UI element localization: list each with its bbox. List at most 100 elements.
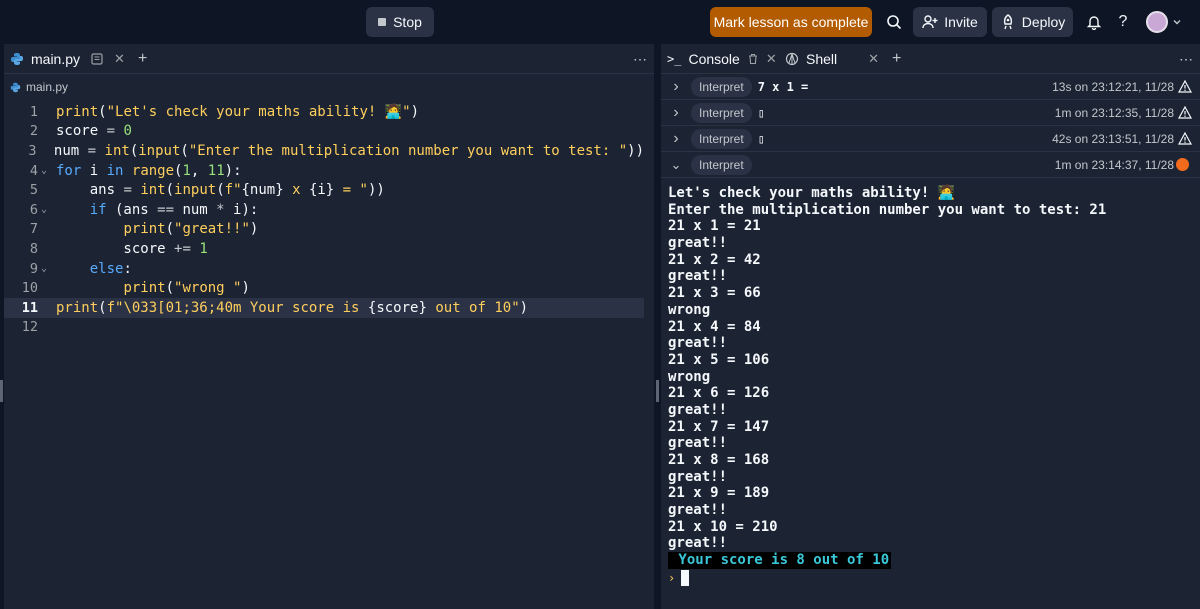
code-line[interactable]: 8 score += 1 (4, 239, 644, 259)
more-icon: ⋯ (633, 50, 648, 67)
fold-chevron-icon[interactable]: ⌄ (38, 263, 56, 274)
run-timestamp: 1m on 23:14:37, 11/28 (1054, 157, 1174, 172)
code-line[interactable]: 5 ans = int(input(f"{num} x {i} = ")) (4, 180, 644, 200)
run-command: ▯ (757, 105, 765, 120)
code-text: for i in range(1, 11): (56, 162, 242, 179)
code-line[interactable]: 3 num = int(input("Enter the multiplicati… (4, 141, 644, 161)
console-pane: >_ Console ✕ Shell ✕ + ⋯ › Interpret 7 x 1… (661, 44, 1200, 609)
notifications-button[interactable] (1081, 7, 1107, 37)
warning-icon (1178, 80, 1192, 94)
code-text: score = 0 (56, 123, 132, 140)
top-bar: Stop Mark lesson as complete Invite Depl… (0, 0, 1200, 44)
stop-button[interactable]: Stop (366, 7, 434, 37)
code-text: score += 1 (56, 240, 208, 257)
fold-chevron-icon[interactable]: ⌄ (38, 204, 56, 215)
account-menu[interactable] (1146, 9, 1190, 35)
code-line[interactable]: 10 print("wrong ") (4, 278, 644, 298)
code-line[interactable]: 7 print("great!!") (4, 220, 644, 240)
output-line: 21 x 5 = 106 (668, 351, 770, 368)
clear-console-icon[interactable] (747, 53, 759, 65)
score-output-line: Your score is 8 out of 10 (668, 552, 1106, 569)
output-line: Let's check your maths ability! 🧑‍💻 (668, 185, 956, 201)
mark-lesson-complete-button[interactable]: Mark lesson as complete (710, 7, 872, 37)
line-number: 5 (29, 182, 38, 199)
split-view-icon[interactable] (91, 53, 103, 65)
console-run-row[interactable]: › Interpret ▯ 42s on 23:13:51, 11/28 (661, 126, 1200, 152)
chevron-right-icon[interactable]: › (661, 78, 691, 96)
mark-lesson-label: Mark lesson as complete (713, 14, 869, 30)
code-line[interactable]: 11 print(f"\033[01;36;40m Your score is {… (4, 297, 644, 318)
stop-label: Stop (393, 14, 422, 30)
code-line[interactable]: 2 score = 0 (4, 122, 644, 142)
search-button[interactable] (880, 7, 908, 37)
code-line[interactable]: 9 ⌄ else: (4, 259, 644, 279)
chevron-right-icon[interactable]: › (661, 104, 691, 122)
output-line: great!! (668, 401, 728, 418)
run-command: 7 x 1 = (757, 79, 809, 94)
invite-button[interactable]: Invite (913, 7, 987, 37)
help-button[interactable]: ? (1111, 7, 1135, 37)
code-line[interactable]: 1 print("Let's check your maths ability! … (4, 102, 644, 122)
output-line: wrong (668, 301, 711, 318)
new-tab-icon[interactable]: + (892, 50, 901, 68)
code-editor[interactable]: 1 print("Let's check your maths ability! … (4, 102, 644, 337)
search-icon (887, 15, 902, 30)
console-run-row[interactable]: › Interpret 7 x 1 = 13s on 23:12:21, 11/28 (661, 74, 1200, 100)
python-icon (11, 53, 23, 65)
close-tab-icon[interactable]: ✕ (766, 51, 777, 67)
breadcrumb-label: main.py (26, 80, 69, 94)
output-line: 21 x 10 = 210 (668, 518, 778, 535)
code-line[interactable]: 4 ⌄ for i in range(1, 11): (4, 161, 644, 181)
output-line: 21 x 2 = 42 (668, 251, 761, 268)
line-number: 11 (21, 299, 38, 316)
output-line: 21 x 1 = 21 (668, 218, 761, 235)
code-text: print("Let's check your maths ability! 🧑… (56, 103, 420, 120)
editor-tabbar: main.py ✕ + ⋯ (4, 44, 654, 74)
run-command: ▯ (757, 131, 765, 146)
line-number: 2 (29, 123, 38, 140)
tab-main-py-label: main.py (31, 51, 81, 67)
editor-more-menu[interactable]: ⋯ (633, 44, 648, 74)
line-number: 6 (29, 201, 38, 218)
left-resize-handle[interactable] (0, 380, 3, 402)
new-tab-icon[interactable]: + (138, 50, 147, 68)
code-text: num = int(input("Enter the multiplicatio… (53, 142, 644, 159)
score-text: Your score is 8 out of 10 (668, 552, 892, 569)
more-icon: ⋯ (1179, 50, 1194, 67)
pane-divider[interactable] (654, 44, 661, 609)
editor-pane: main.py ✕ + ⋯ main.py 1 print("Let's chec… (4, 44, 654, 609)
console-output[interactable]: Let's check your maths ability! 🧑‍💻 Enter… (668, 185, 1106, 587)
console-more-menu[interactable]: ⋯ (1179, 44, 1194, 74)
tab-main-py[interactable]: main.py ✕ + (10, 44, 147, 74)
stop-icon (378, 18, 387, 26)
help-icon: ? (1118, 13, 1128, 30)
right-resize-handle[interactable] (656, 380, 659, 402)
line-number: 9 (29, 260, 38, 277)
chevron-right-icon[interactable]: › (661, 130, 691, 148)
chevron-down-icon (1173, 20, 1181, 25)
output-line: great!! (668, 535, 728, 552)
terminal-icon: >_ (667, 52, 682, 66)
close-tab-icon[interactable]: ✕ (114, 51, 125, 67)
tab-shell[interactable]: Shell ✕ + (785, 44, 901, 74)
output-line: great!! (668, 468, 728, 485)
line-number: 3 (28, 142, 37, 159)
interpret-badge: Interpret (691, 154, 752, 175)
tab-console-label: Console (688, 51, 740, 67)
output-line: 21 x 7 = 147 (668, 418, 770, 435)
code-text: print("great!!") (123, 221, 259, 238)
deploy-button[interactable]: Deploy (992, 7, 1073, 37)
console-run-row[interactable]: ⌄ Interpret 1m on 23:14:37, 11/28 (661, 152, 1200, 178)
breadcrumb[interactable]: main.py (10, 78, 68, 96)
run-timestamp: 13s on 23:12:21, 11/28 (1052, 79, 1174, 94)
input-prompt[interactable]: › (668, 569, 1106, 587)
line-number: 7 (29, 221, 38, 238)
close-tab-icon[interactable]: ✕ (868, 51, 879, 67)
console-run-row[interactable]: › Interpret ▯ 1m on 23:12:35, 11/28 (661, 100, 1200, 126)
run-timestamp: 1m on 23:12:35, 11/28 (1054, 105, 1174, 120)
fold-chevron-icon[interactable]: ⌄ (38, 165, 56, 176)
tab-console[interactable]: >_ Console ✕ (667, 44, 777, 74)
chevron-down-icon[interactable]: ⌄ (661, 157, 691, 173)
code-line[interactable]: 12 (4, 318, 644, 338)
code-line[interactable]: 6 ⌄ if (ans == num * i): (4, 200, 644, 220)
